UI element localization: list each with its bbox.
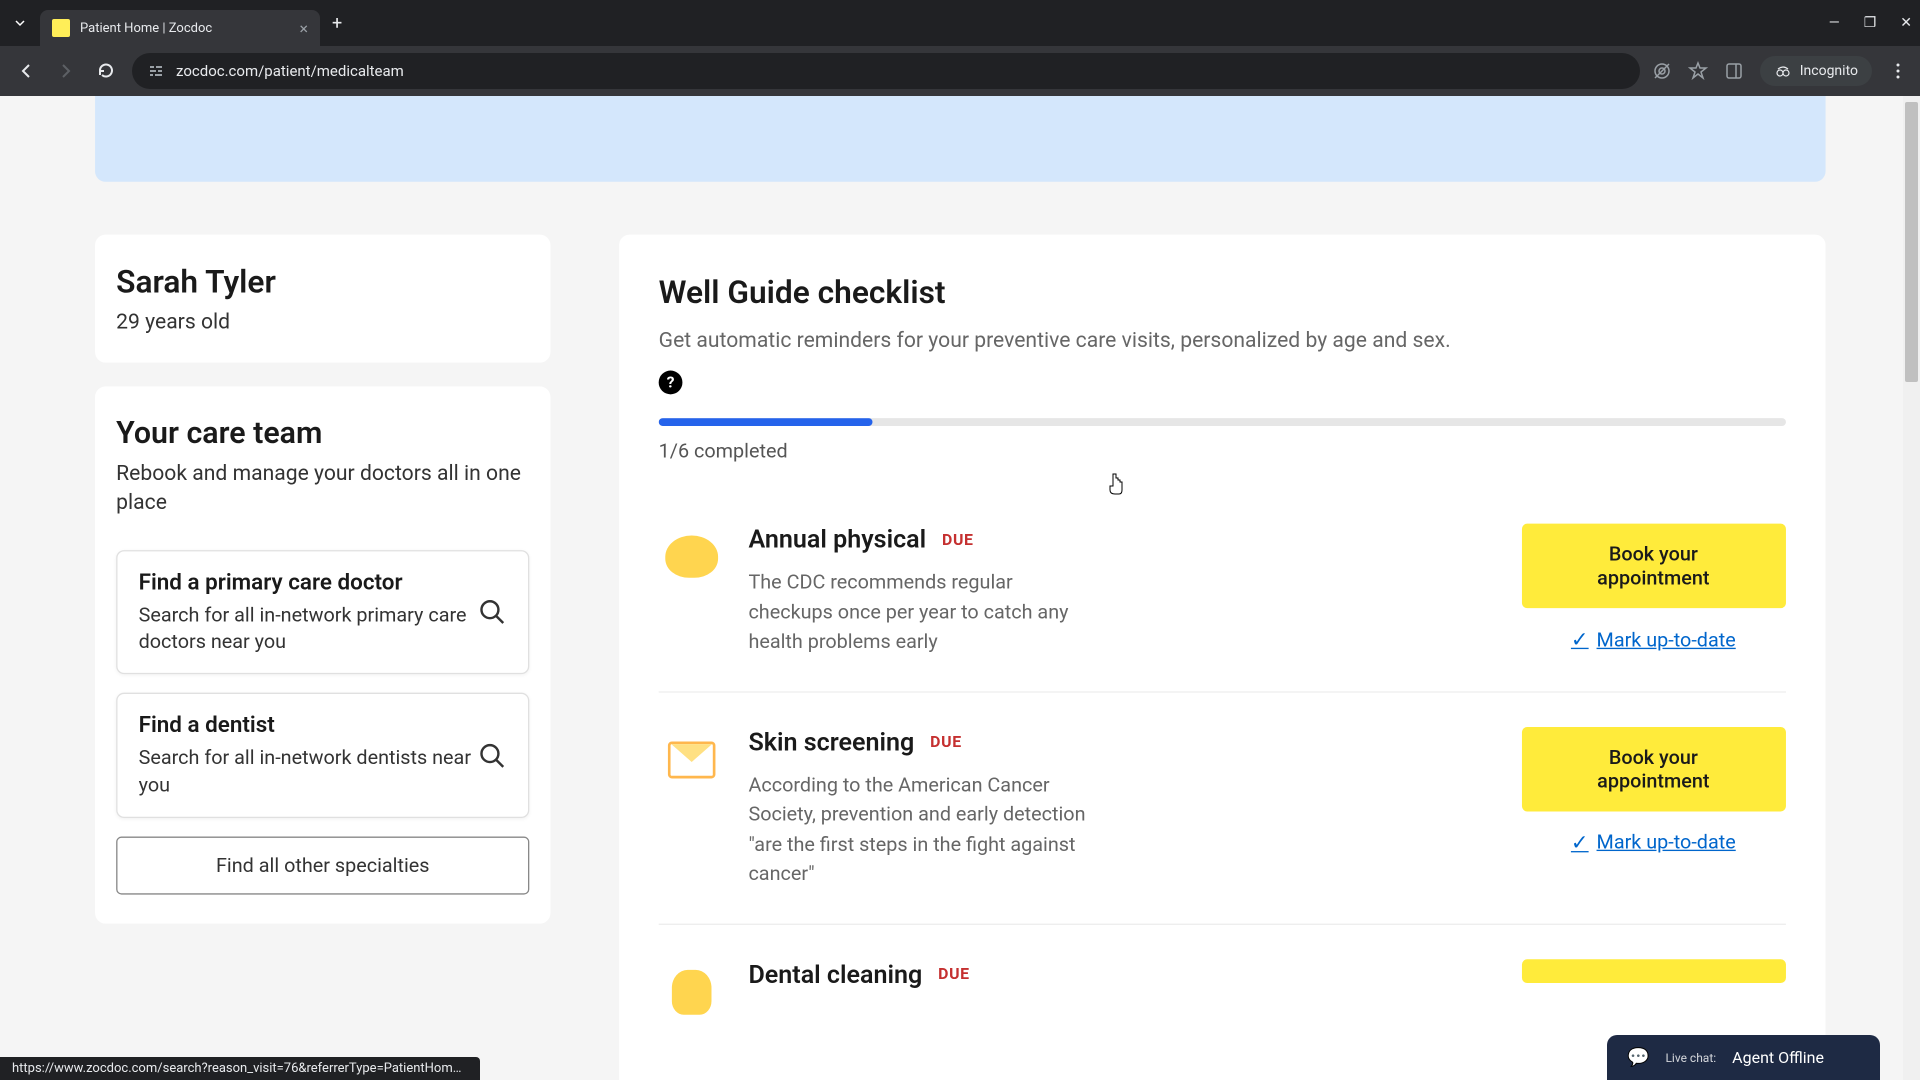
find-primary-care-card[interactable]: Find a primary care doctor Search for al…: [116, 550, 529, 675]
book-appointment-button[interactable]: Book your appointment: [1521, 524, 1785, 608]
care-team-card: Your care team Rebook and manage your do…: [95, 386, 550, 923]
skin-screening-icon: [659, 726, 725, 792]
chat-live-label: Live chat:: [1665, 1051, 1716, 1065]
progress-text: 1/6 completed: [659, 439, 1786, 463]
bookmark-icon[interactable]: [1688, 61, 1708, 81]
find-dentist-card[interactable]: Find a dentist Search for all in-network…: [116, 693, 529, 818]
item-desc: The CDC recommends regular checkups once…: [748, 567, 1091, 656]
patient-name: Sarah Tyler: [116, 264, 529, 301]
item-title: Dental cleaning: [748, 959, 922, 989]
find-card-title: Find a primary care doctor: [139, 570, 478, 596]
due-badge: DUE: [942, 530, 974, 548]
progress-fill: [659, 418, 873, 426]
mark-label: Mark up-to-date: [1597, 830, 1736, 854]
browser-status-bar: https://www.zocdoc.com/search?reason_vis…: [0, 1057, 480, 1080]
tracking-protection-icon[interactable]: [1652, 61, 1672, 81]
browser-tab[interactable]: Patient Home | Zocdoc ×: [40, 10, 320, 46]
due-badge: DUE: [930, 732, 962, 750]
search-icon: [478, 741, 507, 770]
find-all-specialties-button[interactable]: Find all other specialties: [116, 836, 529, 894]
reload-button[interactable]: [92, 62, 120, 80]
browser-tab-bar: Patient Home | Zocdoc × + — ❐ ✕: [0, 0, 1920, 46]
annual-physical-icon: [659, 524, 725, 590]
chat-widget[interactable]: 💬 Live chat: Agent Offline: [1607, 1035, 1880, 1080]
progress-bar: [659, 418, 1786, 426]
new-tab-button[interactable]: +: [332, 13, 342, 34]
incognito-badge[interactable]: Incognito: [1760, 56, 1872, 86]
browser-toolbar: zocdoc.com/patient/medicalteam Incognito: [0, 46, 1920, 96]
maximize-button[interactable]: ❐: [1864, 15, 1877, 31]
help-icon[interactable]: ?: [659, 371, 683, 395]
mark-up-to-date-link[interactable]: ✓ Mark up-to-date: [1571, 829, 1736, 854]
chat-status-label: Agent Offline: [1732, 1048, 1824, 1067]
chat-icon: 💬: [1627, 1047, 1649, 1068]
tab-close-button[interactable]: ×: [299, 19, 308, 38]
item-title: Skin screening: [748, 726, 914, 756]
find-card-title: Find a dentist: [139, 713, 478, 739]
tab-favicon: [52, 19, 70, 37]
item-title: Annual physical: [748, 524, 926, 554]
dental-cleaning-icon: [659, 959, 725, 1025]
item-desc: According to the American Cancer Society…: [748, 770, 1091, 889]
back-button[interactable]: [12, 62, 40, 80]
patient-card: Sarah Tyler 29 years old: [95, 235, 550, 363]
address-bar[interactable]: zocdoc.com/patient/medicalteam: [132, 53, 1640, 89]
care-team-subtitle: Rebook and manage your doctors all in on…: [116, 459, 529, 518]
sidebar: Sarah Tyler 29 years old Your care team …: [95, 235, 550, 1080]
incognito-label: Incognito: [1800, 63, 1858, 79]
tab-dropdown-button[interactable]: [8, 11, 32, 35]
due-badge: DUE: [938, 965, 970, 983]
checklist-panel: Well Guide checklist Get automatic remin…: [619, 235, 1825, 1080]
checklist-item: Annual physical DUE The CDC recommends r…: [659, 489, 1786, 692]
checklist-subtitle: Get automatic reminders for your prevent…: [659, 327, 1786, 352]
checklist-item: Skin screening DUE According to the Amer…: [659, 692, 1786, 924]
find-card-desc: Search for all in-network dentists near …: [139, 744, 478, 797]
care-team-title: Your care team: [116, 415, 529, 451]
find-card-desc: Search for all in-network primary care d…: [139, 601, 478, 654]
window-controls: — ❐ ✕: [1829, 15, 1912, 31]
mark-up-to-date-link[interactable]: ✓ Mark up-to-date: [1571, 627, 1736, 652]
book-appointment-button[interactable]: [1521, 959, 1785, 983]
close-window-button[interactable]: ✕: [1900, 15, 1912, 31]
check-icon: ✓: [1571, 627, 1589, 652]
mark-label: Mark up-to-date: [1597, 627, 1736, 651]
page-content: Sarah Tyler 29 years old Your care team …: [0, 96, 1920, 1080]
patient-age: 29 years old: [116, 309, 529, 334]
forward-button[interactable]: [52, 62, 80, 80]
site-settings-icon[interactable]: [148, 63, 164, 79]
side-panel-icon[interactable]: [1724, 61, 1744, 81]
book-appointment-button[interactable]: Book your appointment: [1521, 726, 1785, 810]
search-icon: [478, 598, 507, 627]
checklist-title: Well Guide checklist: [659, 274, 1786, 311]
check-icon: ✓: [1571, 829, 1589, 854]
minimize-button[interactable]: —: [1829, 15, 1840, 31]
tab-title: Patient Home | Zocdoc: [80, 21, 289, 36]
incognito-icon: [1774, 62, 1792, 80]
scrollbar-track[interactable]: [1903, 96, 1920, 1080]
info-banner: [95, 96, 1825, 182]
menu-icon[interactable]: [1888, 61, 1908, 81]
scrollbar-thumb[interactable]: [1905, 102, 1918, 382]
url-text: zocdoc.com/patient/medicalteam: [176, 62, 404, 80]
